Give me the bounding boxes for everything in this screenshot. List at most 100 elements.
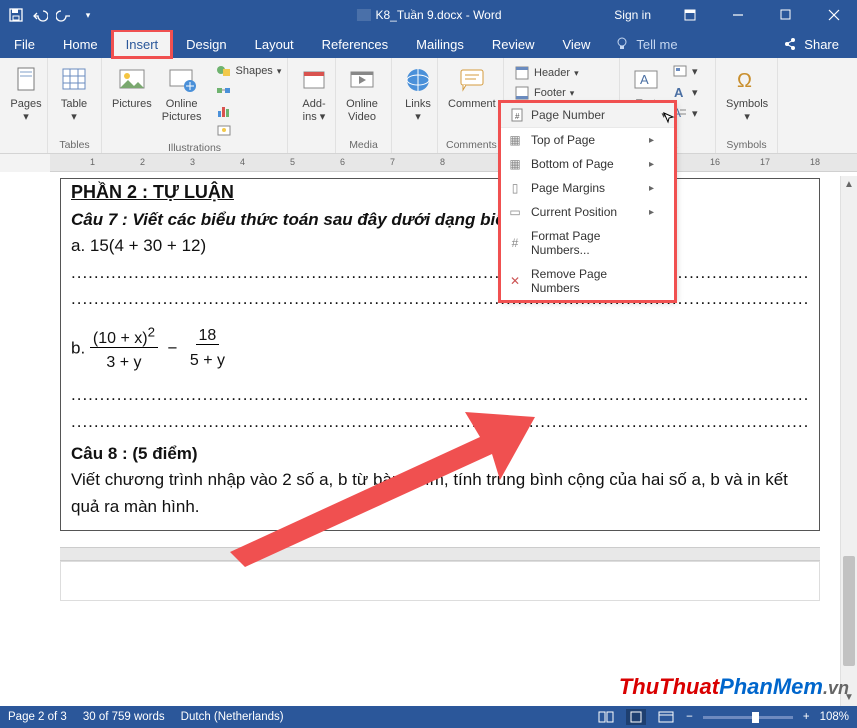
tab-layout[interactable]: Layout: [241, 30, 308, 58]
qat-more-icon[interactable]: ▾: [80, 7, 96, 23]
read-mode-icon[interactable]: [596, 709, 616, 725]
title-bar: ▾ K8_Tuần 9.docx - Word Sign in: [0, 0, 857, 30]
screenshot-button[interactable]: [214, 122, 284, 140]
ribbon: Pages▾ Table▾ Tables Pictures Online Pic…: [0, 58, 857, 154]
smartart-button[interactable]: [214, 82, 284, 100]
save-icon[interactable]: [8, 7, 24, 23]
menu-page-margins[interactable]: ▯Page Margins▸: [501, 176, 674, 200]
svg-text:#: #: [515, 112, 520, 121]
picture-icon: [116, 64, 148, 96]
heading-cau8: Câu 8 : (5 điểm): [71, 441, 809, 467]
tell-me[interactable]: Tell me: [604, 30, 677, 58]
link-icon: [402, 64, 434, 96]
shapes-button[interactable]: Shapes ▾: [214, 62, 284, 80]
next-page: [60, 561, 820, 601]
header-icon: [514, 65, 530, 81]
share-button[interactable]: Share: [764, 30, 857, 58]
quick-parts-button[interactable]: ▾: [670, 62, 700, 80]
group-label-symbols: Symbols: [724, 137, 769, 151]
pages-button[interactable]: Pages▾: [8, 62, 44, 125]
video-icon: [346, 64, 378, 96]
sign-in-link[interactable]: Sign in: [600, 8, 665, 22]
maximize-button[interactable]: [763, 0, 809, 30]
group-label-addins: [296, 149, 327, 151]
group-label-tables: Tables: [56, 137, 93, 151]
online-video-button[interactable]: Online Video: [344, 62, 380, 125]
close-button[interactable]: [811, 0, 857, 30]
menu-top-of-page[interactable]: ▦Top of Page▸: [501, 128, 674, 152]
smartart-icon: [216, 83, 232, 99]
status-page[interactable]: Page 2 of 3: [8, 711, 67, 723]
tab-references[interactable]: References: [308, 30, 402, 58]
online-pictures-button[interactable]: Online Pictures: [160, 62, 204, 125]
footer-button[interactable]: Footer ▾: [512, 84, 611, 102]
dotted-line: ........................................…: [71, 382, 809, 408]
comment-icon: [456, 64, 488, 96]
tab-mailings[interactable]: Mailings: [402, 30, 478, 58]
menu-format-page-numbers[interactable]: #Format Page Numbers...: [501, 224, 674, 262]
addins-icon: [298, 64, 330, 96]
page-number-button[interactable]: # Page Number ▾: [501, 103, 674, 128]
scroll-up-icon[interactable]: ▲: [841, 176, 857, 193]
document-canvas[interactable]: PHẦN 2 : TỰ LUẬN Câu 7 : Viết các biểu t…: [0, 172, 857, 712]
comment-button[interactable]: Comment: [446, 62, 498, 113]
svg-text:A: A: [640, 72, 649, 87]
svg-text:A: A: [674, 85, 684, 100]
menu-remove-page-numbers[interactable]: ✕Remove Page Numbers: [501, 262, 674, 300]
print-layout-icon[interactable]: [626, 709, 646, 725]
heading-phan2: PHẦN 2 : TỰ LUẬN: [71, 179, 809, 207]
tab-file[interactable]: File: [0, 30, 49, 58]
tab-review[interactable]: Review: [478, 30, 549, 58]
undo-icon[interactable]: [32, 7, 48, 23]
lightbulb-icon: [614, 36, 630, 52]
zoom-out-icon[interactable]: −: [686, 711, 693, 723]
menu-current-position[interactable]: ▭Current Position▸: [501, 200, 674, 224]
zoom-slider[interactable]: [703, 716, 793, 719]
tab-insert[interactable]: Insert: [112, 30, 173, 58]
page-number-icon: #: [509, 107, 525, 123]
zoom-in-icon[interactable]: +: [803, 711, 810, 723]
dotted-line: ........................................…: [71, 409, 809, 435]
group-label-pages: [8, 149, 39, 151]
table-button[interactable]: Table▾: [56, 62, 92, 125]
status-wordcount[interactable]: 30 of 759 words: [83, 711, 165, 723]
links-button[interactable]: Links▾: [400, 62, 436, 125]
ribbon-display-icon[interactable]: [667, 0, 713, 30]
ribbon-tabs: File Home Insert Design Layout Reference…: [0, 30, 857, 58]
screenshot-icon: [216, 123, 232, 139]
web-layout-icon[interactable]: [656, 709, 676, 725]
group-label-comments: Comments: [446, 137, 495, 151]
svg-text:Ω: Ω: [737, 70, 752, 92]
symbols-button[interactable]: Ω Symbols▾: [724, 62, 770, 125]
minimize-button[interactable]: [715, 0, 761, 30]
word-icon: [355, 7, 371, 23]
redo-icon[interactable]: [56, 7, 72, 23]
status-language[interactable]: Dutch (Netherlands): [181, 711, 284, 723]
addins-button[interactable]: Add- ins ▾: [296, 62, 332, 125]
watermark: ThuThuatPhanMem.vn: [619, 674, 849, 700]
chart-button[interactable]: [214, 102, 284, 120]
page-break: [60, 547, 820, 561]
dotted-line: ........................................…: [71, 286, 809, 312]
textbox-icon: A: [630, 64, 662, 96]
omega-icon: Ω: [731, 64, 763, 96]
menu-bottom-of-page[interactable]: ▦Bottom of Page▸: [501, 152, 674, 176]
wordart-button[interactable]: A▾: [670, 83, 700, 101]
tab-view[interactable]: View: [548, 30, 604, 58]
group-label-links: [400, 149, 429, 151]
pictures-button[interactable]: Pictures: [110, 62, 154, 113]
header-button[interactable]: Header ▾: [512, 64, 611, 82]
status-bar: Page 2 of 3 30 of 759 words Dutch (Nethe…: [0, 706, 857, 728]
group-label-media: Media: [344, 137, 383, 151]
vertical-scrollbar[interactable]: ▲ ▼: [840, 176, 857, 706]
tab-design[interactable]: Design: [172, 30, 240, 58]
wordart-icon: A: [672, 84, 688, 100]
tab-home[interactable]: Home: [49, 30, 112, 58]
scroll-thumb[interactable]: [843, 556, 855, 666]
page-number-menu: # Page Number ▾ ▦Top of Page▸ ▦Bottom of…: [500, 102, 675, 301]
footer-icon: [514, 85, 530, 101]
window-title: K8_Tuần 9.docx - Word: [355, 7, 501, 23]
dotted-line: ........................................…: [71, 260, 809, 286]
quickparts-icon: [672, 63, 688, 79]
zoom-value[interactable]: 108%: [820, 711, 849, 723]
